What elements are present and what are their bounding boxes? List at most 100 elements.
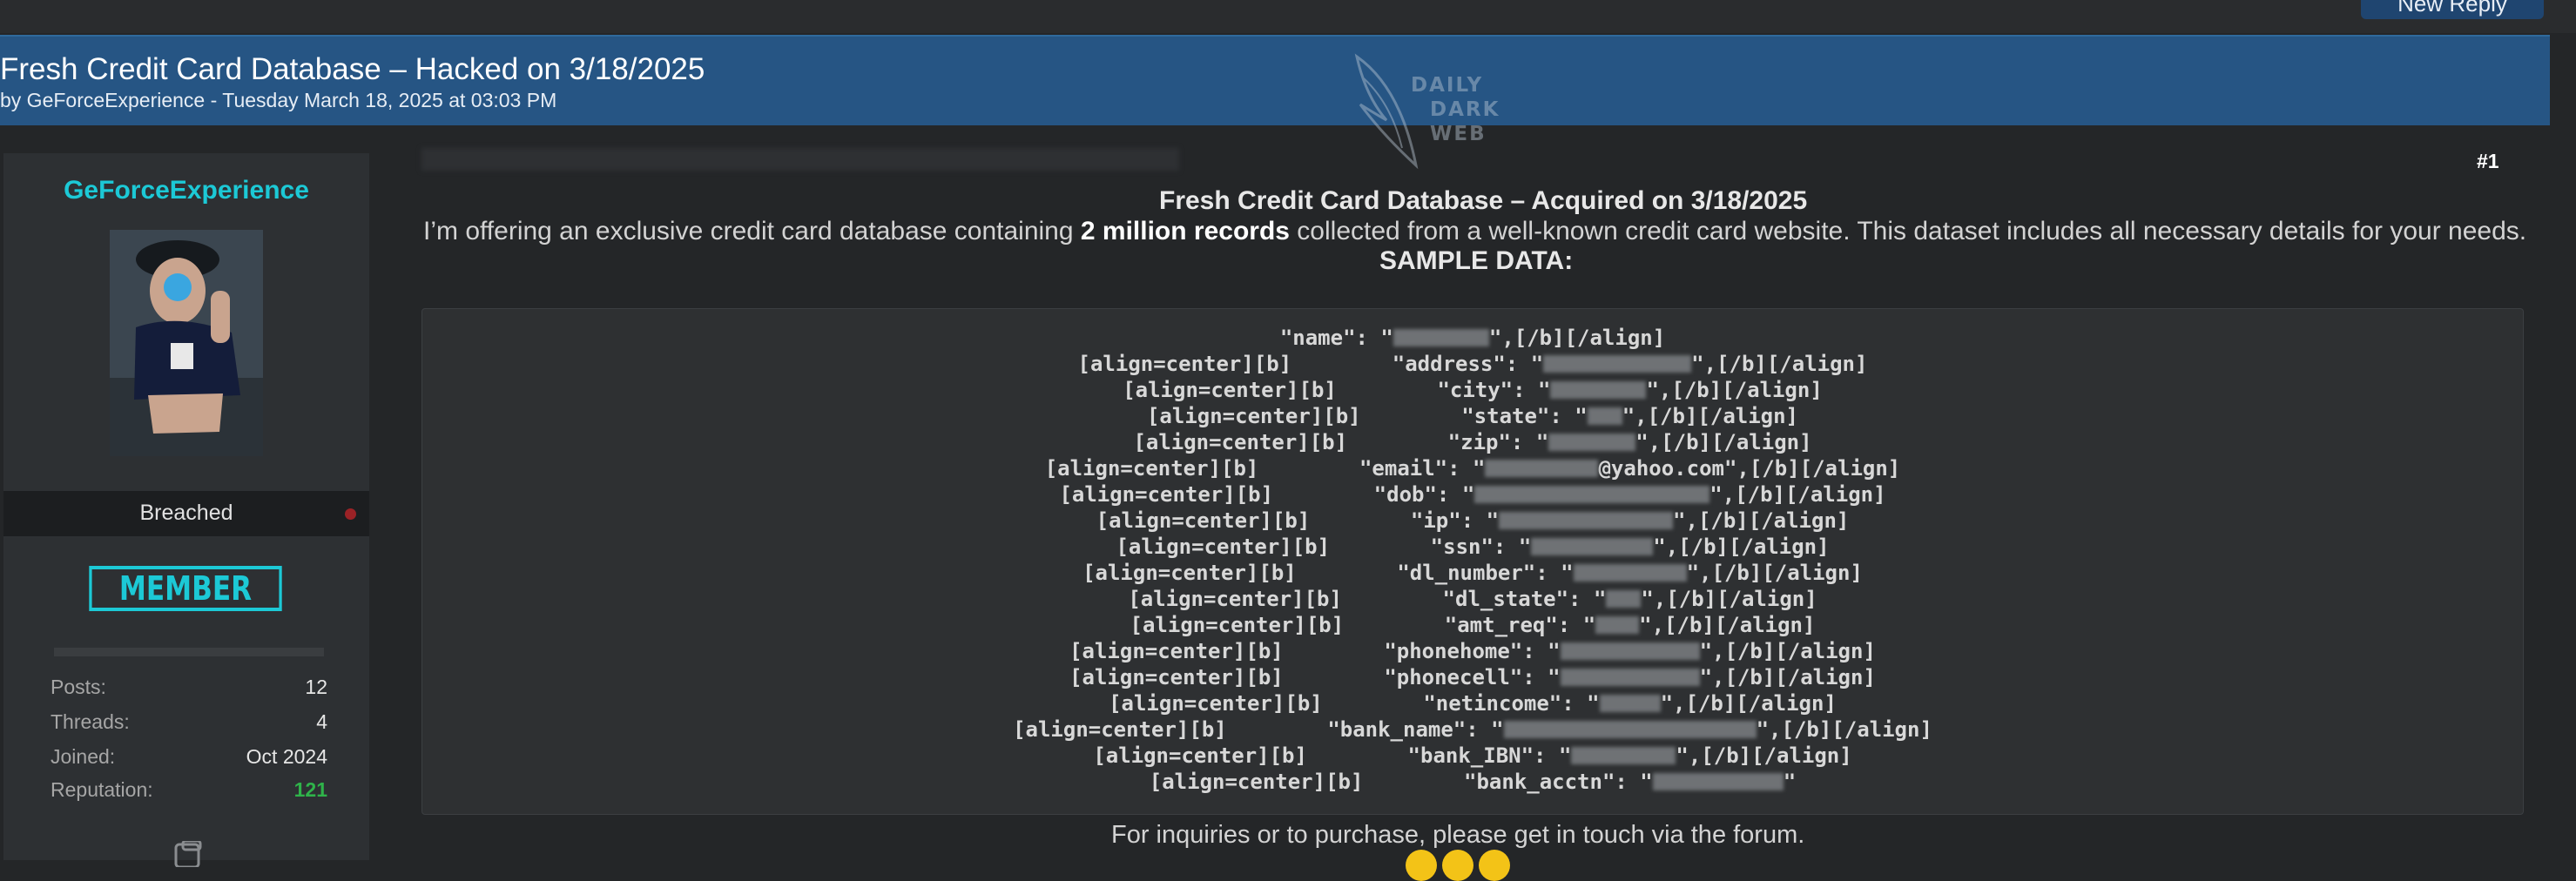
code-line: [align=center][b] "ip": " ",[/b][/align]: [422, 508, 2523, 534]
code-line: [align=center][b] "phonecell": " ",[/b][/…: [422, 664, 2523, 690]
intro-text: I’m offering an exclusive credit card da…: [423, 217, 1081, 245]
intro-text: collected from a well-known credit card …: [1289, 217, 2527, 245]
code-key: "dl_state": ": [1442, 587, 1607, 611]
code-block: "name": " ",[/b][/align] [align=center][b]…: [421, 308, 2524, 815]
code-key: "state": ": [1461, 404, 1588, 428]
code-key: "phonecell": ": [1384, 665, 1561, 689]
code-suffix: ",[/b][/align]: [1699, 639, 1876, 663]
intro-bold-text: 2 million records: [1080, 217, 1290, 245]
watermark-line: WEB: [1430, 123, 1487, 145]
code-suffix: ",[/b][/align]: [1709, 482, 1886, 507]
code-suffix: ",[/b][/align]: [1660, 691, 1837, 716]
code-key: "ssn": ": [1430, 535, 1532, 559]
code-prefix: [align=center][b]: [1146, 404, 1462, 428]
code-line: [align=center][b] "address": " ",[/b][/al…: [422, 351, 2523, 377]
code-suffix: ",[/b][/align]: [1676, 743, 1852, 768]
redacted-value: [1599, 695, 1661, 712]
smile-emoji-icon: [1406, 850, 1437, 881]
code-key: "amt_req": ": [1444, 613, 1596, 637]
code-suffix: @yahoo.com",[/b][/align]: [1598, 456, 1901, 481]
code-suffix: ",[/b][/align]: [1641, 587, 1817, 611]
code-suffix: ",[/b][/align]: [1653, 535, 1830, 559]
redacted-value: [1393, 329, 1489, 346]
code-suffix: ",[/b][/align]: [1673, 508, 1850, 533]
code-line: "name": " ",[/b][/align]: [422, 325, 2523, 351]
stat-value[interactable]: 121: [294, 778, 327, 802]
thread-title: Fresh Credit Card Database – Hacked on 3…: [0, 52, 705, 86]
redacted-value: [1485, 460, 1599, 477]
redacted-value: [1548, 434, 1636, 451]
code-line: [align=center][b] "email": " @yahoo.com",…: [422, 455, 2523, 481]
stat-label: Threads:: [51, 710, 130, 733]
member-badge: MEMBER: [89, 566, 282, 611]
stat-value: 4: [316, 710, 327, 733]
code-prefix: [align=center][b]: [1093, 743, 1408, 768]
post-title: Fresh Credit Card Database – Acquired on…: [1159, 186, 1808, 215]
code-line: [align=center][b] "dl_number": " ",[/b][/…: [422, 560, 2523, 586]
code-line: [align=center][b] "state": " ",[/b][/alig…: [422, 403, 2523, 429]
watermark-line: DAILY: [1411, 74, 1484, 97]
code-key: "dob": ": [1373, 482, 1475, 507]
stat-label: Posts:: [51, 676, 106, 698]
code-prefix: [align=center][b]: [1069, 639, 1385, 663]
code-suffix: ",[/b][/align]: [1488, 326, 1666, 350]
code-key: "bank_name": ": [1327, 717, 1504, 742]
code-prefix: [align=center][b]: [1069, 665, 1385, 689]
redacted-value: [1571, 747, 1676, 764]
code-key: "bank_acctn": ": [1464, 770, 1653, 794]
code-suffix: ": [1783, 770, 1797, 794]
post-footer-text: For inquiries or to purchase, please get…: [1111, 821, 1805, 849]
code-line: [align=center][b] "bank_acctn": " ": [422, 769, 2523, 795]
thread-byline: by GeForceExperience - Tuesday March 18,…: [0, 89, 557, 111]
code-key: "dl_number": ": [1397, 561, 1574, 585]
redacted-value: [1595, 616, 1640, 634]
emoji-row: [1406, 850, 1510, 881]
redacted-value: [1587, 407, 1622, 425]
new-reply-button[interactable]: New Reply: [2361, 0, 2544, 19]
code-suffix: ",[/b][/align]: [1699, 665, 1876, 689]
avatar-image: [110, 230, 263, 456]
stat-label: Reputation:: [51, 778, 153, 801]
code-line: [align=center][b] "zip": " ",[/b][/align]: [422, 429, 2523, 455]
stat-value: 12: [305, 676, 327, 698]
stat-threads: Threads: 4: [51, 710, 327, 734]
author-username[interactable]: GeForceExperience: [3, 176, 369, 205]
stat-label: Joined:: [51, 745, 116, 768]
watermark-line: DARK: [1430, 98, 1500, 121]
post-number[interactable]: #1: [2477, 150, 2499, 173]
code-prefix: [align=center][b]: [1044, 456, 1359, 481]
smile-emoji-icon: [1442, 850, 1473, 881]
redacted-value: [1560, 642, 1700, 660]
code-key: "netincome": ": [1423, 691, 1600, 716]
daily-dark-web-watermark: DAILY DARK WEB: [1348, 52, 1522, 174]
author-sidebar: GeForceExperience Breached MEMBER Posts:…: [3, 153, 369, 869]
code-prefix: [align=center][b]: [1109, 691, 1424, 716]
avatar[interactable]: [110, 230, 263, 456]
code-line: [align=center][b] "phonehome": " ",[/b][/…: [422, 638, 2523, 664]
stat-reputation: Reputation: 121: [51, 778, 327, 802]
code-line: [align=center][b] "dob": " ",[/b][/align]: [422, 481, 2523, 508]
thread-header: Fresh Credit Card Database – Hacked on 3…: [0, 35, 2550, 125]
redacted-value: [1474, 486, 1710, 503]
redacted-value: [1531, 538, 1654, 555]
code-key: "phonehome": ": [1384, 639, 1561, 663]
code-key: "ip": ": [1410, 508, 1500, 533]
redacted-value: [1652, 773, 1784, 790]
code-key: "zip": ": [1447, 430, 1549, 454]
redacted-value: [1543, 355, 1692, 373]
redacted-value: [1560, 669, 1700, 686]
rank-strip: Breached: [3, 491, 369, 536]
code-prefix: [align=center][b]: [1128, 587, 1443, 611]
code-prefix: [align=center][b]: [1116, 535, 1431, 559]
code-suffix: ",[/b][/align]: [1639, 613, 1816, 637]
post-intro: I’m offering an exclusive credit card da…: [423, 217, 2526, 246]
code-suffix: ",[/b][/align]: [1686, 561, 1863, 585]
sample-data-heading: SAMPLE DATA:: [1379, 246, 1574, 275]
code-line: [align=center][b] "bank_IBN": " ",[/b][/a…: [422, 743, 2523, 769]
message-icon[interactable]: [172, 839, 207, 871]
code-suffix: ",[/b][/align]: [1622, 404, 1799, 428]
redacted-value: [1503, 721, 1757, 738]
code-line: [align=center][b] "city": " ",[/b][/align…: [422, 377, 2523, 403]
code-line: [align=center][b] "bank_name": " ",[/b][/…: [422, 716, 2523, 743]
code-suffix: ",[/b][/align]: [1646, 378, 1823, 402]
